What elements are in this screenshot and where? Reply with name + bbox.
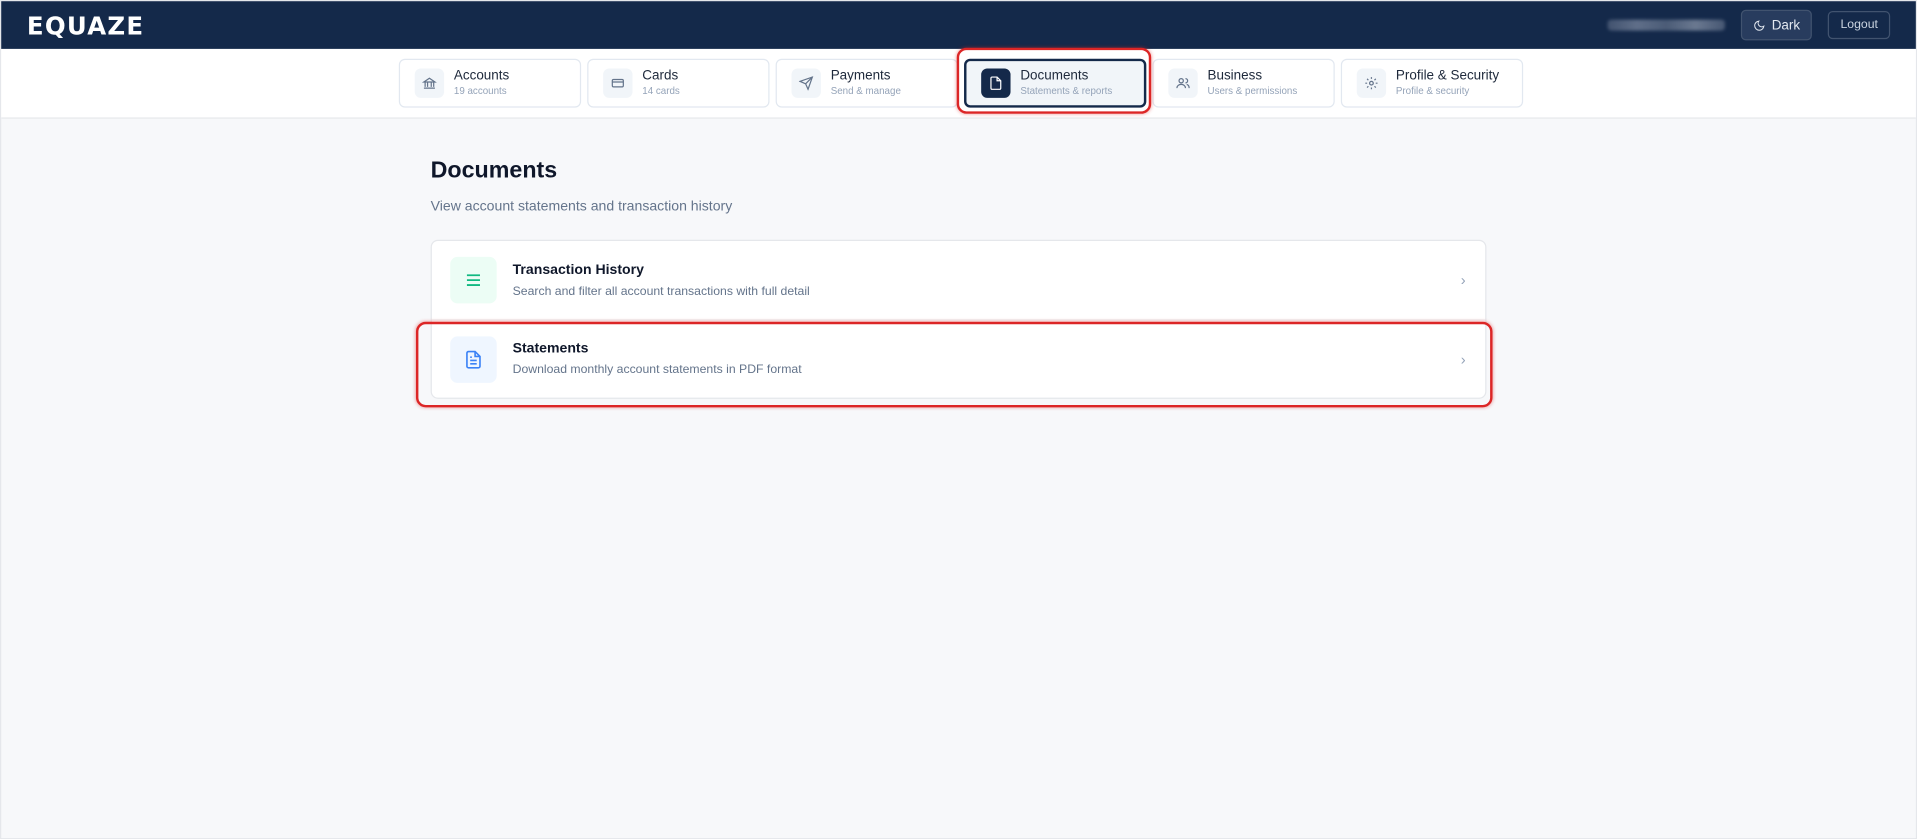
top-bar: EQUAZE Dark Logout xyxy=(1,1,1916,49)
tab-business-label: Business xyxy=(1207,68,1263,84)
bank-icon xyxy=(414,68,445,98)
transaction-history-description: Search and filter all account transactio… xyxy=(512,284,810,298)
document-icon xyxy=(981,68,1011,98)
dark-mode-button[interactable]: Dark xyxy=(1741,9,1813,41)
tab-business[interactable]: Business Users & permissions xyxy=(1152,58,1335,108)
logo[interactable]: EQUAZE xyxy=(27,10,144,39)
nav-tabs: Accounts 19 accounts Cards 14 cards Paym… xyxy=(398,58,1524,108)
main-content: Documents View account statements and tr… xyxy=(430,157,1487,399)
file-text-icon xyxy=(450,335,497,383)
tab-payments-label: Payments xyxy=(830,68,891,84)
statements-title: Statements xyxy=(512,341,589,357)
statements-description: Download monthly account statements in P… xyxy=(512,363,802,377)
tab-payments-sub: Send & manage xyxy=(830,85,901,97)
user-name-redacted xyxy=(1607,19,1726,31)
tab-accounts-label: Accounts xyxy=(453,68,510,84)
app-window: EQUAZE Dark Logout Accounts 19 accounts xyxy=(0,0,1917,839)
tab-documents-label: Documents xyxy=(1020,68,1089,84)
tab-business-sub: Users & permissions xyxy=(1207,85,1298,97)
tab-cards-label: Cards xyxy=(642,68,679,84)
tab-accounts[interactable]: Accounts 19 accounts xyxy=(398,58,582,108)
statements-item[interactable]: Statements Download monthly account stat… xyxy=(431,319,1486,397)
tab-profile-security[interactable]: Profile & Security Profile & security xyxy=(1340,58,1524,108)
gear-icon xyxy=(1356,68,1387,98)
tab-accounts-sub: 19 accounts xyxy=(453,85,507,97)
tab-profile-sub: Profile & security xyxy=(1395,85,1470,97)
logout-button[interactable]: Logout xyxy=(1828,11,1891,40)
chevron-right-icon: › xyxy=(1460,350,1466,368)
dark-mode-label: Dark xyxy=(1771,17,1801,33)
document-list: Transaction History Search and filter al… xyxy=(430,239,1487,399)
list-icon xyxy=(450,256,497,304)
tab-documents[interactable]: Documents Statements & reports xyxy=(964,58,1147,108)
users-icon xyxy=(1168,68,1198,98)
nav-strip: Accounts 19 accounts Cards 14 cards Paym… xyxy=(1,47,1916,119)
tab-profile-label: Profile & Security xyxy=(1395,68,1500,84)
chevron-right-icon: › xyxy=(1460,271,1466,289)
top-right-controls: Dark Logout xyxy=(1607,9,1891,41)
page-title: Documents xyxy=(430,157,558,184)
page-subtitle: View account statements and transaction … xyxy=(430,199,733,215)
transaction-history-title: Transaction History xyxy=(512,262,644,278)
moon-icon xyxy=(1754,19,1765,31)
credit-card-icon xyxy=(603,68,633,98)
tab-cards-sub: 14 cards xyxy=(642,85,680,97)
tab-documents-sub: Statements & reports xyxy=(1020,85,1113,97)
tab-payments[interactable]: Payments Send & manage xyxy=(775,58,958,108)
send-icon xyxy=(791,68,821,98)
tab-cards[interactable]: Cards 14 cards xyxy=(587,58,770,108)
transaction-history-item[interactable]: Transaction History Search and filter al… xyxy=(432,241,1485,319)
